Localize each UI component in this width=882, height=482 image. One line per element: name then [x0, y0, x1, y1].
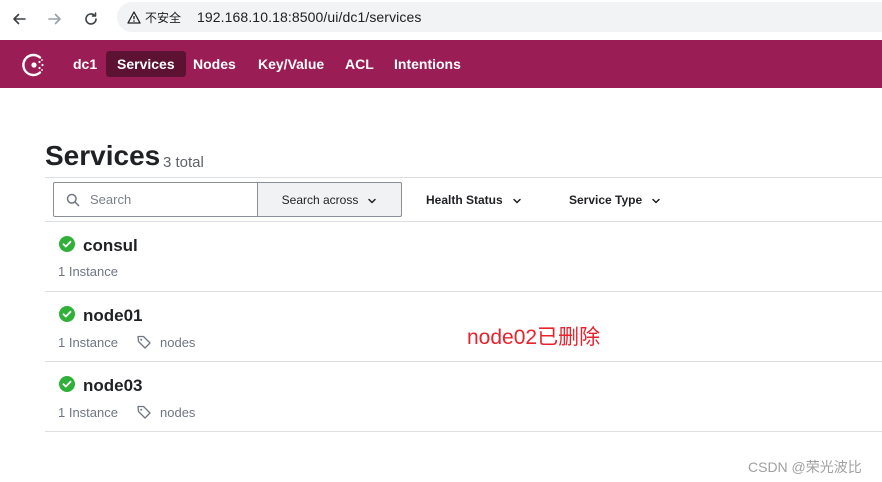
service-meta: 1 Instance — [58, 264, 118, 279]
health-status-dropdown[interactable]: Health Status — [426, 182, 522, 217]
service-count: 3 total — [163, 154, 204, 171]
tag-icon — [136, 404, 152, 420]
service-tag: nodes — [136, 404, 195, 420]
passing-check-icon — [59, 236, 75, 252]
service-name[interactable]: node03 — [83, 376, 143, 396]
browser-toolbar: 不安全 192.168.10.18:8500/ui/dc1/services — [0, 0, 882, 40]
search-box[interactable] — [53, 182, 258, 217]
service-row[interactable]: node03 1 Instance nodes — [45, 362, 882, 432]
nav-acl[interactable]: ACL — [334, 51, 385, 77]
search-across-dropdown[interactable]: Search across — [257, 182, 402, 217]
address-bar[interactable]: 不安全 192.168.10.18:8500/ui/dc1/services — [117, 2, 882, 32]
instance-count: 1 Instance — [58, 264, 118, 279]
instance-count: 1 Instance — [58, 334, 118, 350]
reload-icon — [85, 12, 97, 25]
top-navigation: dc1 Services Nodes Key/Value ACL Intenti… — [0, 40, 882, 88]
chevron-down-icon — [367, 195, 377, 205]
chevron-down-icon — [651, 195, 661, 205]
service-meta: 1 Instance nodes — [58, 334, 195, 350]
forward-button[interactable] — [44, 8, 66, 30]
service-name[interactable]: consul — [83, 236, 138, 256]
service-list: consul 1 Instance node01 1 Instance node… — [45, 222, 882, 432]
page-title: Services — [45, 140, 161, 171]
instance-count: 1 Instance — [58, 404, 118, 420]
security-chip[interactable]: 不安全 — [126, 6, 181, 28]
service-tag: nodes — [136, 334, 195, 350]
url-text[interactable]: 192.168.10.18:8500/ui/dc1/services — [197, 9, 421, 25]
forward-arrow-icon — [48, 13, 61, 25]
service-type-dropdown[interactable]: Service Type — [569, 182, 661, 217]
passing-check-icon — [59, 306, 75, 322]
warning-icon — [126, 9, 142, 25]
search-input[interactable] — [90, 192, 240, 207]
consul-logo-icon[interactable] — [20, 51, 48, 79]
passing-check-icon — [59, 376, 75, 392]
service-type-label: Service Type — [569, 192, 643, 207]
watermark: CSDN @荣光波比 — [748, 459, 862, 475]
filter-bar: Search across Health Status Service Type — [45, 177, 882, 222]
nav-key-value[interactable]: Key/Value — [247, 51, 335, 77]
back-button[interactable] — [8, 8, 30, 30]
nav-intentions[interactable]: Intentions — [383, 51, 472, 77]
security-label: 不安全 — [145, 10, 182, 25]
tag-label: nodes — [160, 404, 196, 420]
tag-label: nodes — [160, 334, 196, 350]
service-row[interactable]: consul 1 Instance — [45, 222, 882, 292]
reload-button[interactable] — [80, 8, 102, 30]
search-across-label: Search across — [281, 192, 359, 207]
back-arrow-icon — [13, 13, 26, 25]
chevron-down-icon — [512, 195, 522, 205]
health-status-label: Health Status — [426, 192, 503, 207]
deletion-annotation: node02已删除 — [467, 326, 601, 349]
datacenter-selector[interactable]: dc1 — [62, 51, 108, 77]
tag-icon — [136, 334, 152, 350]
search-icon — [66, 193, 80, 207]
service-meta: 1 Instance nodes — [58, 404, 195, 420]
nav-services[interactable]: Services — [106, 51, 186, 77]
nav-nodes[interactable]: Nodes — [182, 51, 247, 77]
service-row[interactable]: node01 1 Instance nodes — [45, 292, 882, 362]
service-name[interactable]: node01 — [83, 306, 143, 326]
